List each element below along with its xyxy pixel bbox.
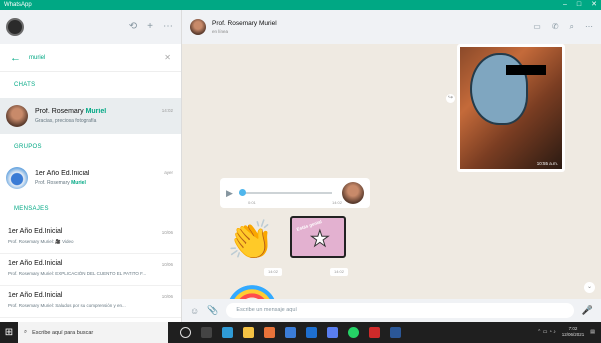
image-message[interactable]: 10:55 a.m. (457, 44, 565, 172)
mail-icon[interactable] (306, 327, 317, 338)
search-icon[interactable]: ⌕ (570, 22, 574, 32)
chat-time: 14:02 (161, 108, 173, 113)
message-result[interactable]: 1er Año Ed.Inicial Prof. Rosemary Muriel… (0, 254, 181, 286)
taskbar-apps (180, 327, 401, 338)
photo: 10:55 a.m. (460, 47, 562, 169)
emoji-icon[interactable]: ☺ (190, 306, 199, 316)
video-call-icon[interactable]: ▭ (533, 22, 541, 32)
chat-name: Prof. Rosemary Muriel (35, 108, 107, 115)
scroll-down-icon[interactable]: ⌄ (584, 282, 595, 293)
close-button[interactable]: ✕ (591, 0, 597, 10)
voice-call-icon[interactable]: ✆ (552, 22, 559, 32)
group-avatar (6, 167, 28, 189)
chat-menu-icon[interactable]: ⋯ (585, 22, 593, 32)
contact-avatar (6, 105, 28, 127)
pdf-icon[interactable] (369, 327, 380, 338)
cortana-icon[interactable] (180, 327, 191, 338)
chat-item[interactable]: Prof. Rosemary Muriel Gracias, preciosa … (0, 98, 181, 134)
chat-header[interactable]: Prof. Rosemary Muriel en línea ▭ ✆ ⌕ ⋯ (182, 10, 601, 44)
chat-panel: Prof. Rosemary Muriel en línea ▭ ✆ ⌕ ⋯ ↪… (182, 10, 601, 322)
forward-icon[interactable]: ↪ (446, 94, 455, 103)
sidebar-header: ⟲ + ⋯ (0, 10, 181, 44)
search-icon: ⌕ (24, 329, 28, 335)
edge-icon[interactable] (222, 327, 233, 338)
message-input[interactable]: Escribe un mensaje aquí (226, 303, 574, 318)
taskbar-search-placeholder: Escribe aquí para buscar (32, 329, 94, 336)
message-composer: ☺ 📎 Escribe un mensaje aquí 🎤 (182, 299, 601, 322)
status-icon[interactable]: ⟲ (129, 21, 137, 32)
whatsapp-window: WhatsApp – □ ✕ ⟲ + ⋯ ← muriel ✕ CHATS Pr… (0, 0, 601, 343)
star-sticker[interactable]: Estás genial ★ (290, 216, 346, 258)
message-date: 10/06 (161, 294, 173, 299)
minimize-button[interactable]: – (563, 0, 567, 10)
file-explorer-icon[interactable] (243, 327, 254, 338)
search-input[interactable]: muriel (29, 55, 156, 61)
message-date: 10/06 (161, 230, 173, 235)
chat-preview: Gracias, preciosa fotografía (35, 118, 97, 124)
taskbar-search[interactable]: ⌕ Escribe aquí para buscar (18, 322, 168, 343)
group-time: ayer (164, 170, 173, 175)
windows-taskbar: ⊞ ⌕ Escribe aquí para buscar ⌃ ▭ ◔ ♪ 7:0… (0, 322, 601, 343)
play-icon[interactable]: ▶ (226, 188, 233, 199)
star-icon: ★ (310, 226, 331, 251)
sticker-time: 14:02 (330, 268, 348, 276)
group-name: 1er Año Ed.Inicial (35, 170, 90, 177)
group-members: Prof. Rosemary Muriel (35, 180, 86, 186)
group-item[interactable]: 1er Año Ed.Inicial Prof. Rosemary Muriel… (0, 160, 181, 196)
contact-name: Prof. Rosemary Muriel (212, 20, 277, 27)
title-bar: WhatsApp – □ ✕ (0, 0, 601, 10)
window-title: WhatsApp (4, 2, 32, 8)
maximize-button[interactable]: □ (577, 0, 581, 10)
store-icon[interactable] (285, 327, 296, 338)
whatsapp-icon[interactable] (348, 327, 359, 338)
notifications-icon[interactable]: ▤ (590, 329, 595, 335)
message-time: 10:55 a.m. (536, 161, 558, 166)
clapping-hands-sticker[interactable]: 👏 (226, 216, 276, 266)
clock[interactable]: 7:02 12/06/2021 (562, 326, 585, 338)
contact-avatar[interactable] (190, 19, 206, 35)
message-date: 10/06 (161, 262, 173, 267)
message-time: 14:02 (331, 200, 342, 205)
clock-date: 12/06/2021 (561, 332, 585, 337)
back-arrow-icon[interactable]: ← (10, 52, 21, 64)
sidebar: ⟲ + ⋯ ← muriel ✕ CHATS Prof. Rosemary Mu… (0, 10, 182, 322)
system-tray: ⌃ ▭ ◔ ♪ 7:02 12/06/2021 ▤ (537, 326, 595, 338)
new-chat-icon[interactable]: + (147, 21, 153, 32)
message-group-name: 1er Año Ed.Inicial (8, 292, 63, 299)
menu-icon[interactable]: ⋯ (163, 21, 173, 32)
task-view-icon[interactable] (201, 327, 212, 338)
search-bar: ← muriel ✕ (0, 44, 181, 72)
message-snippet: Prof. Rosemary Muriel: EXPLICACIÓN DEL C… (8, 271, 147, 276)
section-chats: CHATS (14, 82, 36, 88)
section-groups: GRUPOS (14, 144, 42, 150)
sticker-time: 14:02 (264, 268, 282, 276)
voice-message: ▶ 0:01 14:02 (220, 178, 370, 208)
word-icon[interactable] (390, 327, 401, 338)
attach-icon[interactable]: 📎 (207, 305, 218, 316)
start-button[interactable]: ⊞ (0, 322, 18, 343)
message-group-name: 1er Año Ed.Inicial (8, 260, 63, 267)
sender-avatar (342, 182, 364, 204)
message-snippet: Prof. Rosemary Muriel: 🎥 Video (8, 239, 74, 244)
clear-search-icon[interactable]: ✕ (164, 53, 171, 62)
audio-progress[interactable] (238, 189, 332, 196)
message-group-name: 1er Año Ed.Inicial (8, 228, 63, 235)
section-messages: MENSAJES (14, 206, 49, 212)
redaction-bar (506, 65, 546, 75)
paper-mask (470, 53, 528, 125)
message-result[interactable]: 1er Año Ed.Inicial Prof. Rosemary Muriel… (0, 286, 181, 318)
my-avatar[interactable] (6, 18, 24, 36)
message-snippet: Prof. Rosemary Muriel: Saludos por su co… (8, 303, 126, 308)
microphone-icon[interactable]: 🎤 (582, 305, 593, 316)
audio-scrubber[interactable] (238, 189, 246, 196)
message-result[interactable]: 1er Año Ed.Inicial Prof. Rosemary Muriel… (0, 222, 181, 254)
app-icon[interactable] (327, 327, 338, 338)
tray-icons[interactable]: ⌃ ▭ ◔ ♪ (537, 329, 556, 335)
app-icon[interactable] (264, 327, 275, 338)
audio-elapsed: 0:01 (248, 200, 256, 205)
contact-status: en línea (212, 29, 229, 34)
